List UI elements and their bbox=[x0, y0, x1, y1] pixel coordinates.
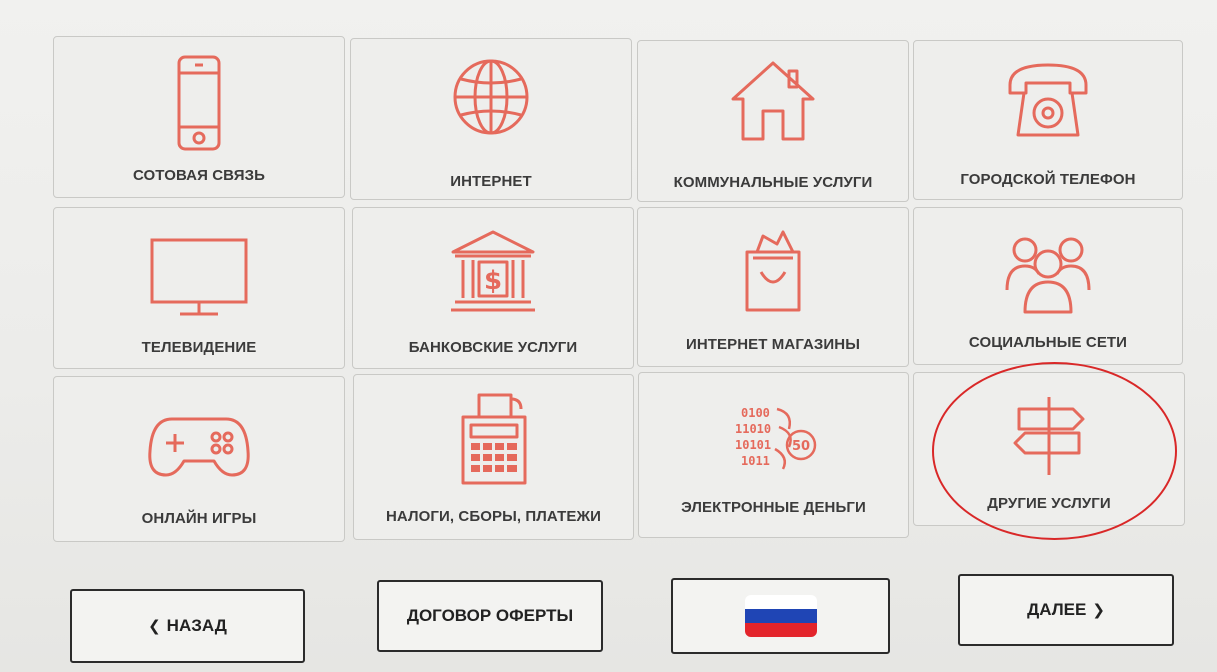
tile-label: СОТОВАЯ СВЯЗЬ bbox=[132, 167, 265, 184]
tile-label: ТЕЛЕВИДЕНИЕ bbox=[141, 339, 257, 356]
offer-agreement-button[interactable]: ДОГОВОР ОФЕРТЫ bbox=[377, 580, 603, 652]
tile-tv[interactable]: ТЕЛЕВИДЕНИЕ bbox=[53, 207, 345, 369]
tile-social[interactable]: СОЦИАЛЬНЫЕ СЕТИ bbox=[913, 207, 1183, 365]
tv-icon bbox=[144, 230, 254, 320]
tile-games[interactable]: ОНЛАЙН ИГРЫ bbox=[53, 376, 345, 542]
chevron-left-icon: ❮ bbox=[148, 618, 161, 635]
svg-text:$: $ bbox=[484, 266, 502, 296]
language-button[interactable] bbox=[671, 578, 890, 654]
kiosk-screen: СОТОВАЯ СВЯЗЬ ИНТЕРНЕТ КОММУНАЛЬНЫЕ УСЛУ… bbox=[0, 0, 1217, 672]
tile-e-money[interactable]: 0100 11010 10101 1011 50 ЭЛЕКТРОННЫЕ ДЕН… bbox=[638, 372, 909, 538]
back-button[interactable]: ❮ НАЗАД bbox=[70, 589, 305, 663]
tile-internet[interactable]: ИНТЕРНЕТ bbox=[350, 38, 632, 200]
house-icon bbox=[723, 49, 823, 149]
people-icon bbox=[993, 222, 1103, 322]
tile-label: БАНКОВСКИЕ УСЛУГИ bbox=[408, 339, 578, 356]
russian-flag-icon bbox=[744, 595, 817, 637]
tile-label: НАЛОГИ, СБОРЫ, ПЛАТЕЖИ bbox=[385, 508, 602, 525]
icon-text-line: 0100 bbox=[741, 406, 770, 420]
globe-icon bbox=[441, 47, 541, 147]
tile-label: ГОРОДСКОЙ ТЕЛЕФОН bbox=[960, 171, 1136, 188]
icon-text-line: 1011 bbox=[741, 454, 770, 468]
tile-label: КОММУНАЛЬНЫЕ УСЛУГИ bbox=[673, 174, 873, 191]
icon-text-line: 10101 bbox=[735, 438, 771, 452]
tile-online-shops[interactable]: ИНТЕРНЕТ МАГАЗИНЫ bbox=[637, 207, 909, 367]
highlight-circle bbox=[932, 362, 1177, 540]
chevron-right-icon: ❯ bbox=[1092, 602, 1105, 619]
shopping-bag-icon bbox=[723, 222, 823, 322]
next-button-label: ДАЛЕЕ bbox=[1027, 600, 1087, 619]
tile-label: ИНТЕРНЕТ МАГАЗИНЫ bbox=[685, 336, 861, 353]
digital-money-icon: 0100 11010 10101 1011 50 bbox=[719, 387, 829, 487]
landline-phone-icon bbox=[998, 53, 1098, 148]
next-button[interactable]: ДАЛЕЕ ❯ bbox=[958, 574, 1174, 646]
bank-icon: $ bbox=[443, 224, 543, 319]
tile-utilities[interactable]: КОММУНАЛЬНЫЕ УСЛУГИ bbox=[637, 40, 909, 202]
tile-label: СОЦИАЛЬНЫЕ СЕТИ bbox=[968, 334, 1128, 351]
calculator-icon bbox=[449, 389, 539, 489]
gamepad-icon bbox=[144, 399, 254, 489]
tile-label: ОНЛАЙН ИГРЫ bbox=[141, 510, 257, 527]
tile-landline[interactable]: ГОРОДСКОЙ ТЕЛЕФОН bbox=[913, 40, 1183, 200]
tile-label: ИНТЕРНЕТ bbox=[450, 173, 532, 190]
icon-text-line: 11010 bbox=[735, 422, 771, 436]
tile-mobile[interactable]: СОТОВАЯ СВЯЗЬ bbox=[53, 36, 345, 198]
offer-agreement-label: ДОГОВОР ОФЕРТЫ bbox=[406, 606, 574, 625]
mobile-phone-icon bbox=[159, 49, 239, 159]
back-button-label: НАЗАД bbox=[166, 616, 227, 635]
tile-label: ЭЛЕКТРОННЫЕ ДЕНЬГИ bbox=[681, 499, 866, 516]
tile-taxes[interactable]: НАЛОГИ, СБОРЫ, ПЛАТЕЖИ bbox=[353, 374, 634, 540]
tile-banking[interactable]: $ БАНКОВСКИЕ УСЛУГИ bbox=[352, 207, 634, 369]
coin-value: 50 bbox=[791, 439, 809, 454]
